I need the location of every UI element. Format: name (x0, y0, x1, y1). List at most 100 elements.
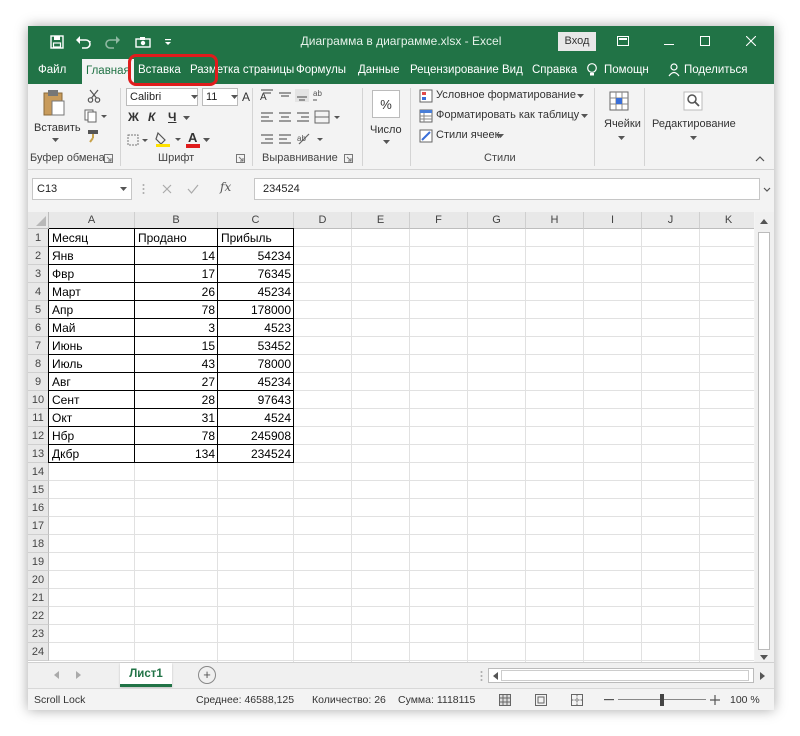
column-header-j[interactable]: J (642, 212, 700, 229)
signin-button[interactable]: Вход (558, 32, 596, 51)
cell-a6[interactable]: Май (49, 319, 135, 337)
cell-c7[interactable]: 53452 (218, 337, 294, 355)
conditional-formatting-button[interactable]: Условное форматирование (436, 89, 576, 101)
cell-a12[interactable]: Нбр (49, 427, 135, 445)
lightbulb-icon[interactable] (586, 57, 598, 84)
horizontal-scrollbar[interactable] (488, 668, 754, 683)
column-header-i[interactable]: I (584, 212, 642, 229)
conditional-dropdown-icon[interactable] (576, 92, 584, 100)
row-header-11[interactable]: 11 (28, 409, 49, 427)
cut-icon[interactable] (86, 88, 102, 104)
row-header-21[interactable]: 21 (28, 589, 49, 607)
redo-icon[interactable] (100, 26, 126, 57)
row-header-8[interactable]: 8 (28, 355, 49, 373)
cell-c10[interactable]: 97643 (218, 391, 294, 409)
row-header-16[interactable]: 16 (28, 499, 49, 517)
scroll-up-icon[interactable] (758, 215, 770, 227)
cell-c13[interactable]: 234524 (218, 445, 294, 463)
column-header-a[interactable]: A (49, 212, 135, 229)
scroll-left-icon[interactable] (491, 671, 499, 681)
collapse-ribbon-icon[interactable] (754, 154, 766, 164)
cell-a1[interactable]: Месяц (49, 229, 135, 247)
cell-c2[interactable]: 54234 (218, 247, 294, 265)
cell-a2[interactable]: Янв (49, 247, 135, 265)
save-icon[interactable] (46, 26, 68, 57)
row-header-6[interactable]: 6 (28, 319, 49, 337)
confirm-entry-icon[interactable] (186, 182, 200, 196)
cell-c11[interactable]: 4524 (218, 409, 294, 427)
row-header-4[interactable]: 4 (28, 283, 49, 301)
cell-c6[interactable]: 4523 (218, 319, 294, 337)
vertical-align-icons[interactable]: ab (258, 86, 324, 104)
row-header-12[interactable]: 12 (28, 427, 49, 445)
scroll-right-icon[interactable] (756, 670, 768, 682)
row-header-5[interactable]: 5 (28, 301, 49, 319)
alignment-launcher-icon[interactable] (342, 152, 354, 164)
cell-b4[interactable]: 26 (135, 283, 218, 301)
column-header-f[interactable]: F (410, 212, 468, 229)
tab-home[interactable]: Главная (82, 59, 134, 84)
paste-dropdown-icon[interactable] (50, 136, 60, 144)
editing-dropdown-icon[interactable] (689, 134, 697, 142)
italic-button[interactable]: К (148, 110, 155, 124)
zoom-in-icon[interactable] (708, 693, 722, 707)
formula-input[interactable]: 234524 (254, 178, 760, 200)
zoom-slider-thumb[interactable] (660, 694, 664, 706)
row-header-7[interactable]: 7 (28, 337, 49, 355)
name-box[interactable]: C13 (32, 178, 132, 200)
horizontal-align-icons[interactable] (258, 108, 344, 126)
paste-icon[interactable] (40, 88, 68, 118)
cell-b3[interactable]: 17 (135, 265, 218, 283)
cell-c3[interactable]: 76345 (218, 265, 294, 283)
tab-help[interactable]: Справка (532, 57, 577, 84)
vertical-scrollbar[interactable] (755, 212, 774, 662)
maximize-icon[interactable] (682, 26, 728, 57)
borders-icon[interactable] (126, 132, 150, 148)
column-header-g[interactable]: G (468, 212, 526, 229)
editing-button[interactable]: Редактирование (652, 118, 736, 130)
select-all-corner[interactable] (28, 212, 49, 229)
cell-b2[interactable]: 14 (135, 247, 218, 265)
cell-styles-icon[interactable] (418, 128, 434, 144)
format-as-table-icon[interactable] (418, 108, 434, 124)
tab-file[interactable]: Файл (38, 57, 66, 84)
cell-c9[interactable]: 45234 (218, 373, 294, 391)
zoom-level[interactable]: 100 % (730, 689, 760, 710)
paste-button[interactable]: Вставить (34, 122, 81, 134)
row-header-3[interactable]: 3 (28, 265, 49, 283)
row-header-10[interactable]: 10 (28, 391, 49, 409)
insert-function-button[interactable]: fx (220, 180, 231, 194)
row-header-24[interactable]: 24 (28, 643, 49, 661)
tab-split-grip-icon[interactable] (478, 670, 484, 682)
cell-b9[interactable]: 27 (135, 373, 218, 391)
horizontal-scroll-thumb[interactable] (501, 670, 749, 681)
customize-qat-icon[interactable] (160, 26, 176, 57)
vertical-scroll-thumb[interactable] (758, 232, 770, 650)
cell-c12[interactable]: 245908 (218, 427, 294, 445)
cell-b5[interactable]: 78 (135, 301, 218, 319)
cell-c4[interactable]: 45234 (218, 283, 294, 301)
cells-button[interactable]: Ячейки (604, 118, 641, 130)
cell-styles-dropdown-icon[interactable] (496, 132, 504, 140)
row-header-1[interactable]: 1 (28, 229, 49, 247)
underline-button[interactable]: Ч (168, 110, 176, 124)
font-color-dropdown-icon[interactable] (202, 136, 210, 144)
expand-formula-bar-icon[interactable] (762, 184, 772, 194)
underline-dropdown-icon[interactable] (182, 114, 190, 122)
grow-font-button[interactable]: A (242, 90, 250, 104)
next-sheet-icon[interactable] (72, 669, 84, 681)
sheet-tab-list1[interactable]: Лист1 (120, 663, 172, 687)
cell-b10[interactable]: 28 (135, 391, 218, 409)
close-icon[interactable] (728, 26, 774, 57)
normal-view-icon[interactable] (498, 693, 512, 707)
column-header-e[interactable]: E (352, 212, 410, 229)
namebox-dropdown-icon[interactable] (118, 184, 128, 194)
row-header-13[interactable]: 13 (28, 445, 49, 463)
format-painter-icon[interactable] (86, 128, 102, 144)
tab-view[interactable]: Вид (502, 57, 523, 84)
row-header-20[interactable]: 20 (28, 571, 49, 589)
tell-me-search[interactable]: Помощн (604, 57, 649, 84)
font-size-dropdown-icon[interactable] (230, 93, 238, 101)
fill-color-icon[interactable] (154, 130, 184, 148)
format-table-dropdown-icon[interactable] (580, 112, 588, 120)
